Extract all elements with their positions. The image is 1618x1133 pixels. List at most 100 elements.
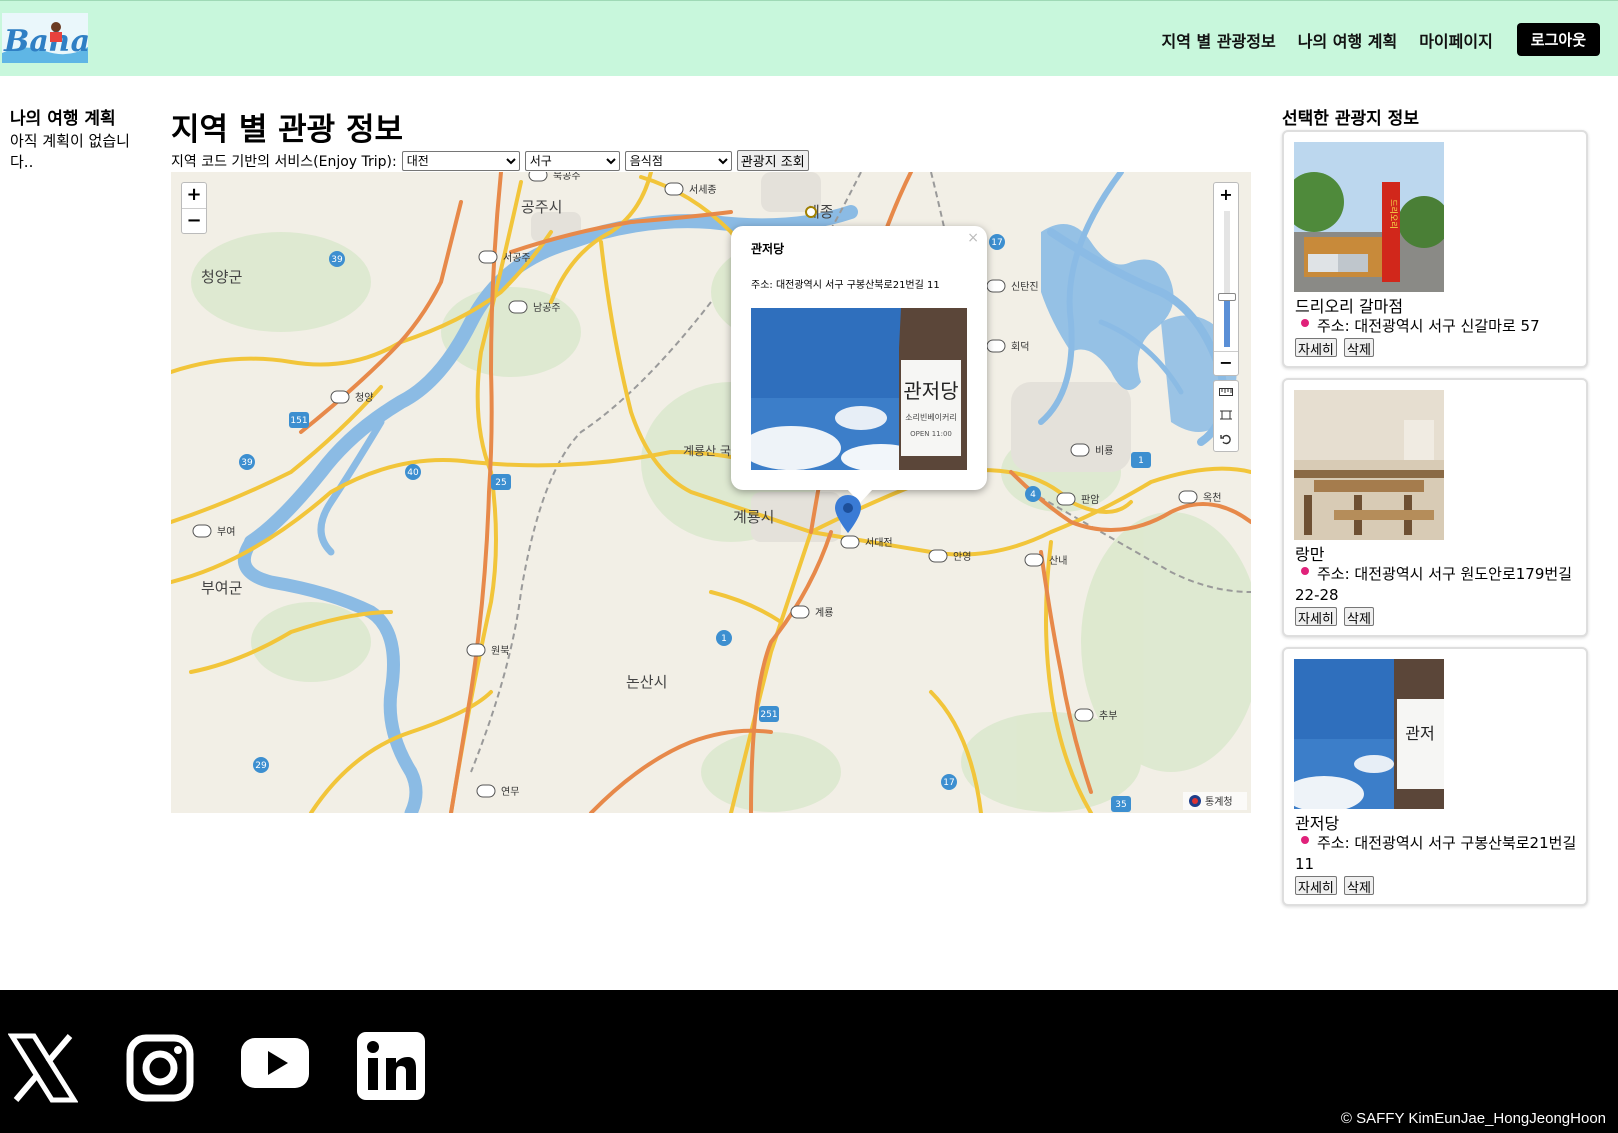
zoom-in-button[interactable]: + — [182, 183, 206, 208]
map-zoom-slider: + − — [1213, 182, 1239, 376]
map-label-buyeo: 부여군 — [201, 579, 243, 597]
sido-select[interactable]: 대전 — [401, 150, 520, 171]
svg-text:151: 151 — [290, 416, 307, 426]
svg-text:40: 40 — [407, 468, 419, 478]
content-type-select[interactable]: 음식점 — [624, 150, 732, 171]
place-address: 주소: 대전광역시 서구 신갈마로 57 — [1295, 316, 1585, 337]
nav-my-plan[interactable]: 나의 여행 계획 — [1298, 28, 1397, 52]
place-actions: 자세히 삭제 — [1295, 607, 1376, 627]
control-label: 지역 코드 기반의 서비스(Enjoy Trip): — [171, 153, 397, 170]
nav-mypage[interactable]: 마이페이지 — [1419, 28, 1493, 52]
svg-text:신탄진: 신탄진 — [1011, 281, 1039, 293]
logo[interactable]: Baha — [2, 13, 90, 63]
place-name: 랑만 — [1295, 545, 1325, 564]
place-address: 주소: 대전광역시 서구 구봉산북로21번길 11 — [1295, 834, 1577, 873]
zoom-in-right-button[interactable]: + — [1214, 183, 1238, 207]
svg-text:17: 17 — [943, 778, 954, 788]
popup-image: 관저당 소리빈베이커리 OPEN 11:00 — [751, 308, 967, 470]
place-thumbnail — [1294, 390, 1444, 540]
svg-text:회덕: 회덕 — [1011, 341, 1029, 353]
place-card: 드리오리 드리오리 갈마점 주소: 대전광역시 서구 신갈마로 57 자세히 삭… — [1282, 130, 1588, 368]
map[interactable]: 공주시 세종 청양군 계룡시 부여군 논산시 계룡산 국립공원 북공주 서세종 … — [171, 172, 1251, 813]
svg-text:추부: 추부 — [1099, 710, 1117, 722]
svg-text:산내: 산내 — [1049, 555, 1067, 567]
svg-text:비룡: 비룡 — [1095, 445, 1113, 457]
svg-text:북공주: 북공주 — [553, 172, 581, 182]
svg-text:Baha: Baha — [3, 24, 88, 59]
page-title: 지역 별 관광 정보 — [171, 112, 404, 148]
logout-button[interactable]: 로그아웃 — [1516, 23, 1600, 56]
svg-text:25: 25 — [495, 478, 506, 488]
zoom-out-right-button[interactable]: − — [1214, 351, 1238, 375]
map-attribution: 통계청 — [1183, 792, 1247, 810]
svg-text:29: 29 — [255, 761, 267, 771]
detail-button[interactable]: 자세히 — [1295, 338, 1337, 358]
search-controls: 지역 코드 기반의 서비스(Enjoy Trip): 대전 서구 음식점 관광지… — [171, 150, 809, 171]
detail-button[interactable]: 자세히 — [1295, 607, 1337, 627]
x-icon[interactable] — [8, 1032, 78, 1104]
pin-icon — [1301, 567, 1309, 575]
svg-text:옥천: 옥천 — [1203, 492, 1221, 504]
svg-text:소리빈베이커리: 소리빈베이커리 — [905, 412, 957, 422]
header: Baha 지역 별 관광정보 나의 여행 계획 마이페이지 로그아웃 — [0, 0, 1618, 76]
svg-text:안영: 안영 — [953, 551, 971, 563]
zoom-level-fill — [1224, 293, 1230, 347]
map-tools — [1213, 380, 1239, 452]
search-button[interactable]: 관광지 조회 — [736, 150, 809, 171]
svg-text:관저: 관저 — [1405, 724, 1434, 743]
selected-panel: 선택한 관광지 정보 — [1282, 104, 1592, 129]
detail-button[interactable]: 자세히 — [1295, 876, 1337, 896]
top-nav: 지역 별 관광정보 나의 여행 계획 마이페이지 로그아웃 — [1162, 23, 1600, 56]
place-actions: 자세히 삭제 — [1295, 338, 1376, 358]
copyright: © SAFFY KimEunJae_HongJeongHoon — [1340, 1110, 1606, 1127]
delete-button[interactable]: 삭제 — [1343, 607, 1374, 627]
nav-region-info[interactable]: 지역 별 관광정보 — [1162, 28, 1276, 52]
popup-close-button[interactable]: × — [967, 230, 979, 246]
ruler-icon[interactable] — [1214, 381, 1238, 405]
svg-text:판암: 판암 — [1081, 494, 1099, 506]
map-label-cheongyang: 청양군 — [201, 268, 243, 286]
place-thumbnail: 관저 — [1294, 659, 1444, 809]
svg-text:계룡: 계룡 — [815, 607, 833, 619]
map-base: 공주시 세종 청양군 계룡시 부여군 논산시 계룡산 국립공원 북공주 서세종 … — [171, 172, 1251, 813]
selected-title: 선택한 관광지 정보 — [1282, 109, 1419, 129]
my-plan-empty: 아직 계획이 없습니다.. — [10, 132, 130, 171]
map-label-nonsan: 논산시 — [626, 673, 667, 691]
map-popup: 관저당 주소: 대전광역시 서구 구봉산북로21번길 11 × 관저당 소리빈베… — [731, 226, 987, 503]
map-label-gyeryong: 계룡시 — [733, 508, 774, 526]
svg-text:1: 1 — [721, 634, 727, 644]
place-actions: 자세히 삭제 — [1295, 876, 1376, 896]
reset-icon[interactable] — [1214, 429, 1238, 453]
place-thumbnail: 드리오리 — [1294, 142, 1444, 292]
svg-text:서세종: 서세종 — [689, 184, 717, 196]
place-card: 랑만 주소: 대전광역시 서구 원도안로179번길 22-28 자세히 삭제 — [1282, 378, 1588, 637]
svg-text:4: 4 — [1030, 490, 1036, 500]
svg-text:17: 17 — [991, 238, 1002, 248]
instagram-icon[interactable] — [124, 1032, 194, 1104]
footer: © SAFFY KimEunJae_HongJeongHoon — [0, 990, 1618, 1133]
delete-button[interactable]: 삭제 — [1343, 876, 1374, 896]
area-icon[interactable] — [1214, 405, 1238, 429]
map-zoom-left: + − — [181, 182, 207, 234]
delete-button[interactable]: 삭제 — [1343, 338, 1374, 358]
main-section: 지역 별 관광 정보 지역 코드 기반의 서비스(Enjoy Trip): 대전… — [171, 104, 1251, 171]
place-name: 관저당 — [1295, 814, 1340, 833]
social-links — [8, 1032, 426, 1104]
pin-icon — [1301, 319, 1309, 327]
youtube-icon[interactable] — [240, 1032, 310, 1104]
pin-icon — [1301, 836, 1309, 844]
svg-text:드리오리: 드리오리 — [1389, 199, 1398, 228]
svg-text:251: 251 — [760, 710, 777, 720]
popup-title: 관저당 — [751, 242, 785, 256]
svg-text:남공주: 남공주 — [533, 302, 561, 314]
zoom-out-button[interactable]: − — [182, 208, 206, 233]
zoom-handle[interactable] — [1218, 293, 1236, 301]
gugun-select[interactable]: 서구 — [524, 150, 620, 171]
svg-text:1: 1 — [1138, 456, 1144, 466]
place-card: 관저 관저당 주소: 대전광역시 서구 구봉산북로21번길 11 자세히 삭제 — [1282, 647, 1588, 906]
popup-address: 주소: 대전광역시 서구 구봉산북로21번길 11 — [751, 280, 940, 291]
svg-text:청양: 청양 — [355, 392, 373, 404]
linkedin-icon[interactable] — [356, 1032, 426, 1104]
map-marker-icon[interactable] — [835, 495, 861, 533]
map-label-gongju: 공주시 — [521, 198, 562, 216]
